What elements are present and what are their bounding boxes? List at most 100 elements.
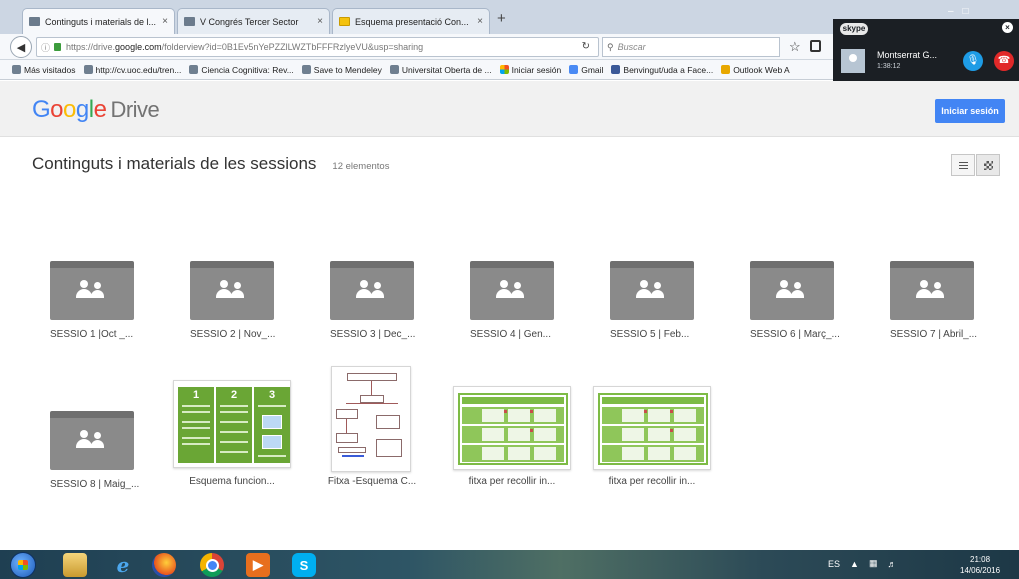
bookmark-facebook[interactable]: Benvingut/uda a Face...	[611, 65, 713, 75]
folder-name: SESSIÓ 5 | Feb...	[610, 329, 690, 340]
shared-folder-icon	[190, 256, 274, 320]
clock[interactable]: 21:08 14/06/2016	[960, 554, 1000, 576]
volume-icon[interactable]: ♬	[887, 559, 896, 569]
list-view-button[interactable]	[951, 154, 975, 176]
folder-item[interactable]: SESSIÓ 8 | Maig_...	[48, 406, 168, 534]
tab-congres[interactable]: V Congrés Tercer Sector ×	[177, 8, 330, 34]
close-tab-icon[interactable]: ×	[477, 16, 483, 27]
folder-name: SESSIÓ 1 |Oct _...	[50, 329, 134, 340]
google-drive-logo[interactable]: Google Drive	[32, 96, 160, 124]
url-prefix: https://drive.	[66, 42, 116, 52]
lock-icon	[54, 43, 62, 51]
shared-folder-icon	[470, 256, 554, 320]
clipboard-icon[interactable]	[810, 40, 821, 52]
bookmark-gmail[interactable]: Gmail	[569, 65, 603, 75]
grid-icon	[983, 160, 993, 170]
chrome-icon[interactable]	[200, 553, 224, 577]
folder-name: SESSIÓ 3 | Dec_...	[330, 329, 416, 340]
new-tab-button[interactable]: +	[497, 10, 506, 27]
url-host: google.com	[115, 42, 162, 52]
back-button[interactable]: ◀	[10, 36, 32, 58]
folder-name: SESSIÓ 4 | Gen...	[470, 329, 551, 340]
bookmark-label: Ciencia Cognitiva: Rev...	[201, 64, 294, 75]
microphone-icon[interactable]: 🎙	[963, 51, 983, 71]
microsoft-icon	[499, 65, 509, 74]
file-item[interactable]: fitxa per recollir in...	[591, 386, 711, 514]
tab-label: Continguts i materials de l...	[45, 16, 157, 27]
close-icon[interactable]: ×	[1002, 22, 1013, 33]
firefox-icon[interactable]	[152, 553, 176, 577]
tab-continguts[interactable]: Continguts i materials de l... ×	[22, 8, 175, 34]
file-thumbnail	[593, 386, 711, 470]
globe-icon	[83, 65, 93, 74]
window-controls[interactable]: –□	[948, 6, 978, 17]
start-button[interactable]	[10, 552, 36, 578]
folder-item[interactable]: SESSIÓ 4 | Gen...	[468, 256, 588, 384]
folder-name: SESSIÓ 7 | Abril_...	[890, 329, 978, 340]
file-name: Esquema funcion...	[189, 476, 275, 487]
close-tab-icon[interactable]: ×	[317, 16, 323, 27]
bookmark-label: http://cv.uoc.edu/tren...	[95, 64, 182, 75]
bookmark-iniciar-sesion[interactable]: Iniciar sesión	[499, 65, 561, 75]
url-bar[interactable]: ⓘ https://drive. google.com/folderview?id…	[36, 37, 599, 57]
reload-icon[interactable]: ↻	[582, 41, 590, 52]
close-tab-icon[interactable]: ×	[162, 16, 168, 27]
folder-item[interactable]: SESSIÓ 6 | Març_...	[748, 256, 868, 384]
skype-icon[interactable]: S	[292, 553, 316, 577]
network-icon[interactable]: ▦	[869, 558, 878, 569]
product-name: Drive	[110, 97, 160, 122]
shared-folder-icon	[50, 406, 134, 470]
bookmark-ciencia-cognitiva[interactable]: Ciencia Cognitiva: Rev...	[189, 64, 294, 75]
folder-item[interactable]: SESSIÓ 2 | Nov_...	[188, 256, 308, 384]
file-item[interactable]: fitxa per recollir in...	[451, 386, 571, 514]
bookmark-mendeley[interactable]: Save to Mendeley	[301, 64, 382, 75]
bookmark-folder-icon	[12, 65, 21, 74]
show-hidden-icons-icon[interactable]: ▲	[850, 559, 859, 569]
bookmark-label: Save to Mendeley	[313, 64, 382, 75]
tab-esquema[interactable]: Esquema presentació Con... ×	[332, 8, 490, 34]
system-tray: ES ▲ ▦ ♬	[828, 558, 896, 569]
language-indicator[interactable]: ES	[828, 559, 840, 569]
tab-label: V Congrés Tercer Sector	[200, 16, 299, 27]
hang-up-icon[interactable]: ☎	[994, 51, 1014, 71]
grid-view-button[interactable]	[976, 154, 1000, 176]
file-explorer-icon[interactable]	[63, 553, 87, 577]
contact-name: Montserrat G...	[877, 50, 938, 60]
bookmark-label: Gmail	[581, 64, 604, 75]
folder-item[interactable]: SESSIÓ 7 | Abril_...	[888, 256, 1008, 384]
folder-heading: Continguts i materials de les sessions 1…	[32, 154, 389, 174]
skype-call-window[interactable]: skype × Montserrat G... 1:38:12 🎙 ☎	[833, 19, 1019, 81]
folder-item[interactable]: SESSIÓ 5 | Feb...	[608, 256, 728, 384]
drive-favicon-icon	[29, 17, 40, 26]
folder-item[interactable]: SESSIÓ 3 | Dec_...	[328, 256, 448, 384]
info-icon[interactable]: ⓘ	[41, 41, 50, 54]
slides-favicon-icon	[339, 17, 350, 26]
globe-icon	[301, 65, 311, 74]
bookmark-cv-uoc[interactable]: http://cv.uoc.edu/tren...	[83, 64, 182, 75]
file-item[interactable]: Fitxa -Esquema C...	[311, 366, 431, 494]
bookmark-mas-visitados[interactable]: Más visitados	[12, 65, 76, 75]
bookmark-outlook[interactable]: Outlook Web A	[721, 65, 790, 75]
sign-in-button[interactable]: Iniciar sesión	[935, 99, 1005, 123]
drive-header: Google Drive Iniciar sesión	[0, 81, 1019, 137]
media-player-icon[interactable]: ▶	[246, 553, 270, 577]
bookmark-star-icon[interactable]: ☆	[789, 39, 801, 55]
bookmark-uoc[interactable]: Universitat Oberta de ...	[389, 64, 492, 75]
folder-item[interactable]: SESSIÓ 1 |Oct _...	[48, 256, 168, 384]
drive-favicon-icon	[184, 17, 195, 26]
url-path: /folderview?id=0B1Ev5nYePZZlLWZTbFFFRzly…	[161, 42, 424, 52]
bookmark-label: Universitat Oberta de ...	[401, 64, 492, 75]
avatar	[841, 49, 865, 73]
file-thumbnail	[331, 366, 411, 472]
clock-date: 14/06/2016	[960, 566, 1001, 575]
screen: Continguts i materials de l... × V Congr…	[0, 0, 1019, 579]
shared-folder-icon	[50, 256, 134, 320]
file-thumbnail: 1 2 3	[173, 380, 291, 468]
file-item[interactable]: 1 2 3 Esquema funcion...	[171, 380, 291, 508]
search-input[interactable]: ⚲ Buscar	[602, 37, 780, 57]
file-thumbnail	[453, 386, 571, 470]
item-count: 12 elementos	[332, 161, 390, 172]
internet-explorer-icon[interactable]: e	[111, 553, 135, 577]
shared-folder-icon	[610, 256, 694, 320]
bookmark-label: Más visitados	[24, 64, 76, 75]
